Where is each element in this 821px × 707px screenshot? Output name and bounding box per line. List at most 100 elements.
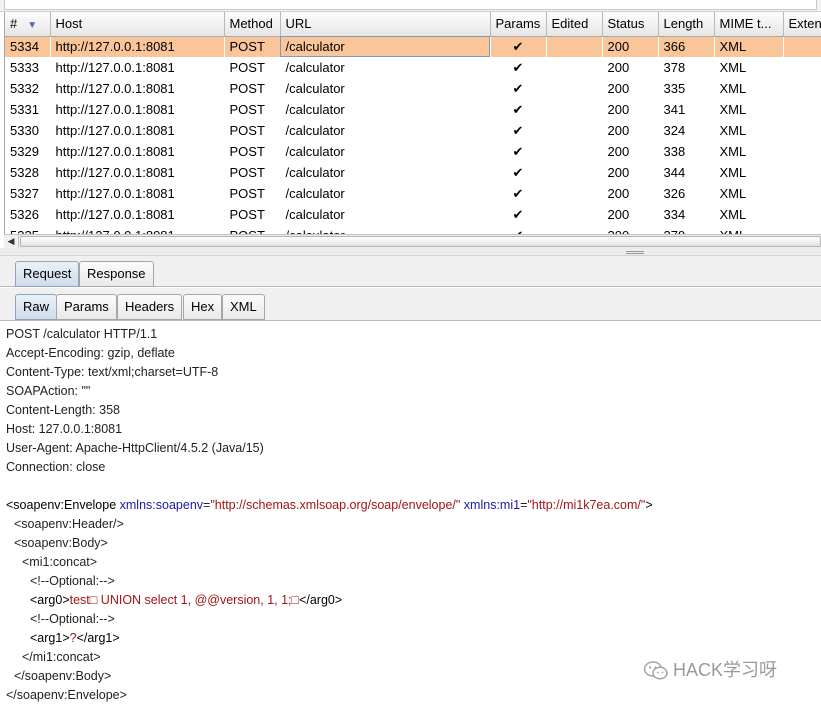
tab-params[interactable]: Params — [56, 294, 117, 320]
xml-tag: > — [645, 498, 653, 512]
table-row[interactable]: 5328 http://127.0.0.1:8081 POST /calcula… — [5, 162, 821, 183]
cell-status: 200 — [607, 165, 630, 180]
cell-extension — [783, 120, 821, 141]
cell-id: 5332 — [10, 81, 39, 96]
cell-method: POST — [229, 144, 265, 159]
cell-edited — [546, 204, 602, 225]
message-view-tabbar: Raw Params Headers Hex XML — [0, 288, 821, 321]
cell-host: http://127.0.0.1:8081 — [55, 123, 175, 138]
table-row[interactable]: 5331 http://127.0.0.1:8081 POST /calcula… — [5, 99, 821, 120]
scrollbar-thumb[interactable] — [20, 236, 821, 247]
cell-mime: XML — [719, 207, 747, 222]
column-header-number[interactable]: # ▼ — [5, 12, 51, 37]
cell-url: /calculator — [280, 36, 490, 57]
top-filter-bar — [0, 0, 821, 12]
cell-status: 200 — [607, 81, 630, 96]
raw-message-editor[interactable]: POST /calculator HTTP/1.1 Accept-Encodin… — [0, 322, 821, 707]
cell-url: /calculator — [285, 60, 345, 75]
header-line: SOAPAction: "" — [6, 384, 91, 398]
table-row[interactable]: 5332 http://127.0.0.1:8081 POST /calcula… — [5, 78, 821, 99]
pane-splitter[interactable] — [0, 248, 821, 256]
request-response-tabbar: Request Response — [0, 256, 821, 287]
column-header-mime-type[interactable]: MIME t... — [714, 12, 784, 37]
cell-id: 5329 — [10, 144, 39, 159]
cell-extension — [783, 141, 821, 162]
cell-host: http://127.0.0.1:8081 — [50, 36, 224, 57]
cell-url: /calculator — [285, 165, 345, 180]
cell-extension — [783, 183, 821, 204]
cell-method: POST — [224, 36, 280, 57]
cell-method: POST — [229, 81, 265, 96]
tab-request[interactable]: Request — [15, 261, 80, 287]
cell-edited — [546, 141, 602, 162]
cell-id: 5334 — [5, 36, 50, 57]
cell-host: http://127.0.0.1:8081 — [55, 186, 175, 201]
table-row[interactable]: 5334 http://127.0.0.1:8081 POST /calcula… — [5, 36, 821, 57]
column-header-edited[interactable]: Edited — [546, 12, 603, 37]
cell-extension — [783, 99, 821, 120]
column-header-method[interactable]: Method — [224, 12, 281, 37]
xml-body-open: <soapenv:Body> — [14, 536, 108, 550]
checkmark-icon: ✔ — [512, 80, 524, 96]
cell-method: POST — [229, 186, 265, 201]
table-row[interactable]: 5326 http://127.0.0.1:8081 POST /calcula… — [5, 204, 821, 225]
cell-host: http://127.0.0.1:8081 — [55, 60, 175, 75]
xml-tag: <arg1> — [30, 631, 70, 645]
cell-edited — [546, 78, 602, 99]
checkmark-icon: ✔ — [512, 143, 524, 159]
header-line: Host: 127.0.0.1:8081 — [6, 422, 123, 436]
table-row[interactable]: 5333 http://127.0.0.1:8081 POST /calcula… — [5, 57, 821, 78]
cell-edited — [546, 183, 602, 204]
scroll-left-icon[interactable]: ◀ — [4, 235, 19, 248]
xml-tag: <arg0> — [30, 593, 70, 607]
column-header-params[interactable]: Params — [490, 12, 547, 37]
request-line: POST /calculator HTTP/1.1 — [6, 327, 158, 341]
table-row[interactable]: 5329 http://127.0.0.1:8081 POST /calcula… — [5, 141, 821, 162]
tab-headers[interactable]: Headers — [117, 294, 183, 320]
table-header-row: # ▼ Host Method URL Params Edited Status … — [5, 12, 821, 37]
column-header-status[interactable]: Status — [602, 12, 659, 37]
table-row[interactable]: 5327 http://127.0.0.1:8081 POST /calcula… — [5, 183, 821, 204]
column-header-host[interactable]: Host — [50, 12, 225, 37]
header-line: Accept-Encoding: gzip, deflate — [6, 346, 175, 360]
cell-extension — [783, 204, 821, 225]
cell-method: POST — [229, 165, 265, 180]
cell-host: http://127.0.0.1:8081 — [55, 102, 175, 117]
tab-xml[interactable]: XML — [222, 294, 265, 320]
splitter-grip-icon — [626, 251, 644, 254]
cell-extension — [783, 162, 821, 183]
column-header-length[interactable]: Length — [658, 12, 715, 37]
table-row[interactable]: 5330 http://127.0.0.1:8081 POST /calcula… — [5, 120, 821, 141]
cell-id: 5328 — [10, 165, 39, 180]
filter-field[interactable] — [4, 0, 817, 10]
cell-method: POST — [229, 60, 265, 75]
cell-status: 200 — [602, 36, 658, 57]
cell-method: POST — [229, 123, 265, 138]
column-header-extension[interactable]: Extens — [783, 12, 821, 37]
cell-host: http://127.0.0.1:8081 — [55, 207, 175, 222]
sort-desc-icon: ▼ — [27, 20, 38, 32]
tab-hex[interactable]: Hex — [183, 294, 223, 320]
cell-mime: XML — [719, 123, 747, 138]
cell-host: http://127.0.0.1:8081 — [55, 81, 175, 96]
cell-id: 5330 — [10, 123, 39, 138]
cell-status: 200 — [607, 60, 630, 75]
xml-tag: <soapenv:Envelope — [6, 498, 120, 512]
xml-text-value: test□ UNION select 1, @@version, 1, 1;□ — [69, 593, 300, 607]
checkmark-icon: ✔ — [512, 122, 524, 138]
cell-url: /calculator — [285, 123, 345, 138]
xml-tag: </arg1> — [76, 631, 120, 645]
cell-edited — [546, 120, 602, 141]
checkmark-icon: ✔ — [512, 185, 524, 201]
header-line: User-Agent: Apache-HttpClient/4.5.2 (Jav… — [6, 441, 264, 455]
horizontal-scrollbar[interactable]: ◀ — [4, 234, 821, 248]
tab-raw[interactable]: Raw — [15, 294, 58, 320]
column-header-url[interactable]: URL — [280, 12, 491, 37]
checkmark-icon: ✔ — [512, 101, 524, 117]
tab-response[interactable]: Response — [79, 261, 154, 287]
checkmark-icon: ✔ — [490, 36, 546, 57]
xml-envelope-close: </soapenv:Envelope> — [6, 688, 127, 702]
cell-length: 334 — [663, 207, 686, 222]
cell-status: 200 — [607, 186, 630, 201]
